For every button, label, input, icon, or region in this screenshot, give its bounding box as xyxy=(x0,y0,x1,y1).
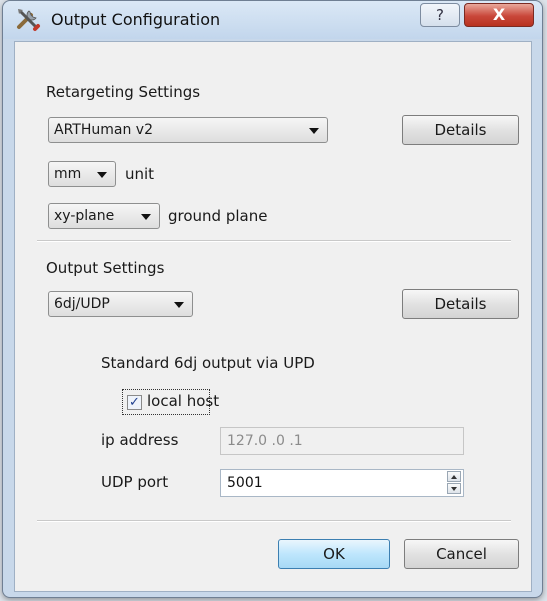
tools-icon xyxy=(17,9,40,31)
udp-port-field[interactable]: 5001 xyxy=(220,469,464,497)
section-divider xyxy=(37,240,511,242)
unit-select[interactable]: mm xyxy=(48,161,116,187)
ip-address-field: 127.0 .0 .1 xyxy=(220,427,464,455)
help-button[interactable]: ? xyxy=(420,3,460,27)
output-details-button[interactable]: Details xyxy=(402,289,519,319)
retargeting-heading: Retargeting Settings xyxy=(46,83,201,101)
cancel-button[interactable]: Cancel xyxy=(404,539,519,569)
title-bar[interactable]: Output Configuration ? X xyxy=(3,1,542,39)
retargeting-model-value: ARTHuman v2 xyxy=(54,122,153,138)
ground-plane-value: xy-plane xyxy=(54,208,115,224)
local-host-label: local host xyxy=(147,392,220,410)
dialog-window: Output Configuration ? X Retargeting Set… xyxy=(2,0,543,598)
output-format-value: 6dj/UDP xyxy=(54,296,110,312)
ip-address-label: ip address xyxy=(101,431,179,449)
unit-value: mm xyxy=(54,166,82,182)
local-host-checkbox[interactable]: ✓ xyxy=(127,395,142,410)
unit-label: unit xyxy=(125,165,155,183)
dialog-body: Retargeting Settings ARTHuman v2 Details… xyxy=(14,41,532,592)
output-heading: Output Settings xyxy=(46,259,165,277)
retargeting-model-select[interactable]: ARTHuman v2 xyxy=(48,117,328,143)
output-format-select[interactable]: 6dj/UDP xyxy=(48,291,193,317)
close-button[interactable]: X xyxy=(464,3,534,27)
ground-plane-select[interactable]: xy-plane xyxy=(48,203,160,229)
footer-divider xyxy=(37,520,511,522)
spin-down-icon[interactable] xyxy=(447,483,461,494)
retargeting-details-button[interactable]: Details xyxy=(402,115,519,145)
udp-port-value: 5001 xyxy=(227,475,263,491)
local-host-checkbox-row[interactable]: ✓ local host xyxy=(122,389,219,415)
chevron-down-icon xyxy=(174,302,184,308)
chevron-down-icon xyxy=(141,214,151,220)
ground-plane-label: ground plane xyxy=(168,207,268,225)
chevron-down-icon xyxy=(309,128,319,134)
output-description: Standard 6dj output via UPD xyxy=(101,354,315,372)
udp-port-label: UDP port xyxy=(101,473,169,491)
window-title: Output Configuration xyxy=(51,10,221,29)
ok-button[interactable]: OK xyxy=(278,539,390,569)
chevron-down-icon xyxy=(97,172,107,178)
spin-up-icon[interactable] xyxy=(447,471,461,482)
